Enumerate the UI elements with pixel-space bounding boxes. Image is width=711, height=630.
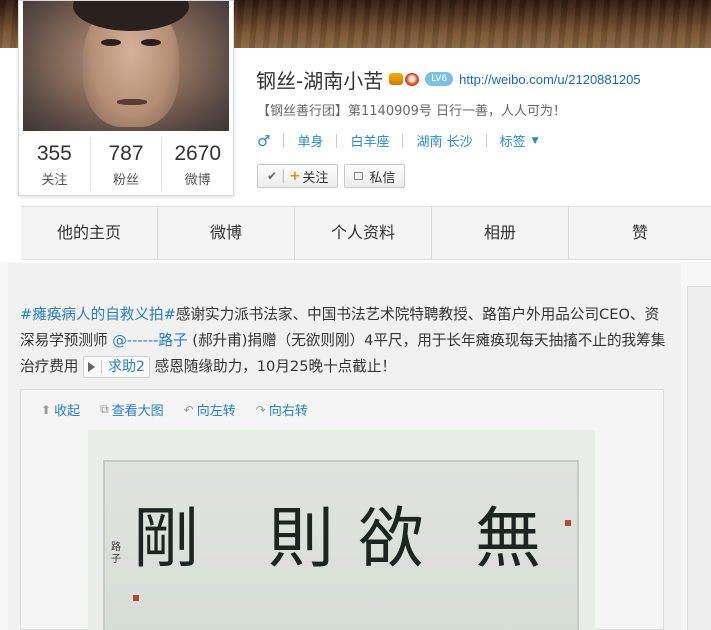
post-text-part: 感恩随缘助力，10月25晚十点截止！ bbox=[154, 358, 397, 375]
tag-labels[interactable]: 标签 bbox=[500, 131, 526, 150]
divider bbox=[485, 133, 487, 148]
seal-stamp bbox=[133, 595, 139, 601]
help-request-button[interactable]: 求助2 bbox=[83, 356, 150, 378]
check-icon: ✔ bbox=[267, 169, 278, 183]
count-label: 微博 bbox=[184, 173, 211, 188]
profile-intro: 【钢丝善行团】第1140909号 日行一善，人人可为！ bbox=[257, 104, 567, 119]
avatar-mouth bbox=[117, 99, 147, 105]
tab-home[interactable]: 他的主页 bbox=[21, 207, 158, 259]
right-sidebar bbox=[687, 286, 711, 630]
rotate-left-label: 向左转 bbox=[196, 404, 236, 419]
calligraphy-char: 則 bbox=[268, 500, 334, 577]
tab-weibo[interactable]: 微博 bbox=[158, 207, 295, 259]
message-button-label: 私信 bbox=[369, 170, 396, 186]
view-large-label: 查看大图 bbox=[111, 404, 164, 419]
help-request-label: 求助2 bbox=[108, 359, 145, 375]
topic-link[interactable]: #瘫痪病人的自救义拍# bbox=[20, 306, 176, 323]
profile-nav-tabs: 他的主页 微博 个人资料 相册 赞 bbox=[21, 206, 711, 260]
tag-relationship[interactable]: 单身 bbox=[297, 131, 323, 150]
divider bbox=[402, 133, 404, 148]
chevron-down-icon[interactable]: ▼ bbox=[532, 136, 539, 146]
calligraphy-photo[interactable]: 路子 剛 則 欲 無 bbox=[88, 430, 595, 630]
play-icon bbox=[88, 362, 96, 372]
tag-zodiac[interactable]: 白羊座 bbox=[350, 131, 389, 150]
avatar[interactable] bbox=[23, 1, 229, 131]
collapse-label: 收起 bbox=[54, 404, 81, 419]
follow-button[interactable]: ✔ | + 关注 bbox=[257, 164, 339, 188]
signature: 路子 bbox=[111, 542, 121, 565]
level-badge[interactable]: LV6 bbox=[425, 72, 454, 86]
calligraphy-char: 無 bbox=[475, 500, 541, 577]
rotate-left-icon: ↶ bbox=[183, 402, 194, 417]
profile-card: 355 关注 787 粉丝 2670 微博 bbox=[18, 0, 234, 196]
arrow-up-icon: ⬆ bbox=[41, 402, 52, 417]
profile-name: 钢丝-湖南小苦 bbox=[256, 68, 384, 93]
profile-name-row: 钢丝-湖南小苦 LV6 http://weibo.com/u/212088120… bbox=[256, 64, 641, 94]
message-icon bbox=[354, 172, 364, 180]
profile-counts: 355 关注 787 粉丝 2670 微博 bbox=[19, 137, 233, 191]
rotate-right-label: 向右转 bbox=[268, 404, 308, 419]
view-large-button[interactable]: ⧉ 查看大图 bbox=[100, 400, 164, 419]
posts-count[interactable]: 2670 微博 bbox=[162, 137, 233, 191]
divider: | bbox=[281, 168, 286, 184]
calligraphy-char: 剛 bbox=[133, 500, 199, 577]
seal-stamp bbox=[565, 520, 571, 526]
avatar-eye-left bbox=[101, 39, 121, 46]
profile-tags: ♂ 单身 白羊座 湖南 长沙 标签 ▼ bbox=[257, 131, 539, 151]
media-toolbar: ⬆ 收起 ⧉ 查看大图 ↶ 向左转 ↷ 向右转 bbox=[41, 400, 308, 419]
rotate-right-button[interactable]: ↷ 向右转 bbox=[255, 400, 308, 420]
post-media: ⬆ 收起 ⧉ 查看大图 ↶ 向左转 ↷ 向右转 路子 剛 則 欲 無 bbox=[20, 389, 664, 630]
count-label: 粉丝 bbox=[113, 173, 140, 188]
collapse-button[interactable]: ⬆ 收起 bbox=[41, 400, 81, 420]
profile-actions: ✔ | + 关注 私信 bbox=[257, 164, 406, 188]
post-text: #瘫痪病人的自救义拍#感谢实力派书法家、中国书法艺术院特聘教授、路笛户外用品公司… bbox=[20, 302, 670, 380]
avatar-eye-right bbox=[141, 39, 161, 46]
followers-count[interactable]: 787 粉丝 bbox=[91, 137, 163, 191]
divider bbox=[283, 133, 285, 148]
heart-icon[interactable] bbox=[405, 72, 420, 86]
count-value: 2670 bbox=[174, 142, 222, 165]
message-button[interactable]: 私信 bbox=[344, 164, 406, 188]
count-label: 关注 bbox=[41, 173, 68, 188]
mention-link[interactable]: @------路子 bbox=[112, 332, 187, 349]
tag-location[interactable]: 湖南 长沙 bbox=[416, 131, 472, 150]
tab-likes[interactable]: 赞 bbox=[569, 207, 711, 259]
rotate-right-icon: ↷ bbox=[255, 402, 266, 417]
divider bbox=[101, 360, 103, 374]
follow-button-label: 关注 bbox=[302, 170, 329, 186]
crown-icon[interactable] bbox=[389, 73, 404, 85]
rotate-left-button[interactable]: ↶ 向左转 bbox=[183, 400, 236, 420]
male-icon: ♂ bbox=[257, 131, 271, 150]
count-value: 355 bbox=[36, 142, 72, 165]
tab-profile-info[interactable]: 个人资料 bbox=[295, 207, 432, 259]
tab-album[interactable]: 相册 bbox=[432, 207, 569, 259]
count-value: 787 bbox=[108, 142, 144, 165]
profile-url-link[interactable]: http://weibo.com/u/2120881205 bbox=[459, 72, 640, 87]
external-link-icon: ⧉ bbox=[100, 402, 109, 416]
calligraphy-paper: 路子 剛 則 欲 無 bbox=[103, 460, 579, 630]
following-count[interactable]: 355 关注 bbox=[19, 137, 91, 191]
divider bbox=[336, 133, 338, 148]
calligraphy-char: 欲 bbox=[358, 500, 424, 577]
plus-icon: + bbox=[289, 168, 301, 184]
